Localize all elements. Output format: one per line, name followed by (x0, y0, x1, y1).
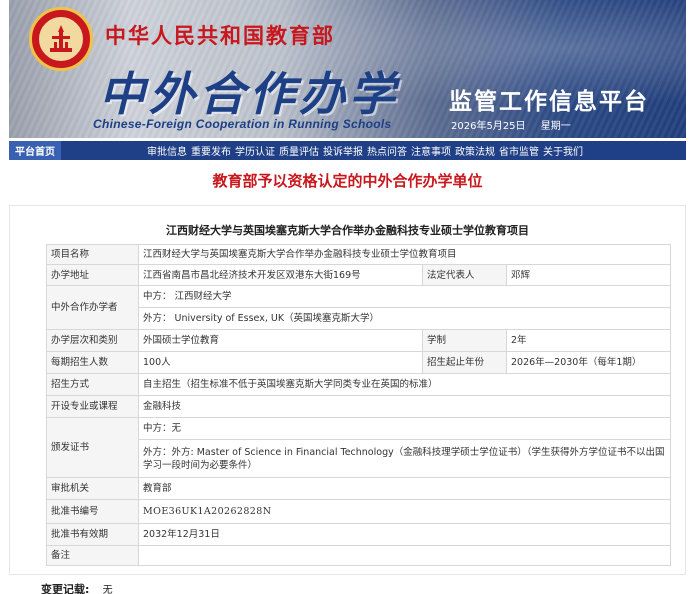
platform-name: 监管工作信息平台 (449, 89, 649, 115)
change-record-value: 无 (102, 585, 113, 594)
ministry-emblem-icon (29, 7, 93, 71)
table-row: 开设专业或课程 金融科技 (46, 395, 672, 418)
change-record-label: 变更记载: (41, 583, 90, 594)
page-heading: 教育部予以资格认定的中外合作办学单位 (212, 172, 483, 190)
emblem-inner (37, 15, 85, 63)
label-project-name: 项目名称 (46, 244, 139, 265)
nav-item-complaints[interactable]: 投诉举报 (323, 143, 363, 158)
table-row: 招生方式 自主招生（招生标准不低于英国埃塞克斯大学同类专业在英国的标准） (46, 373, 672, 396)
value-partner-cn: 中方： 江西财经大学 (137, 285, 672, 308)
nav-items: 审批信息 重要发布 学历认证 质量评估 投诉举报 热点问答 注意事项 政策法规 … (147, 143, 587, 158)
value-address: 江西省南昌市昌北经济技术开发区双港东大街169号 (138, 264, 423, 286)
nav-home[interactable]: 平台首页 (9, 141, 61, 160)
table-row: 办学地址 江西省南昌市昌北经济技术开发区双港东大街169号 法定代表人 邓辉 (46, 264, 672, 286)
label-enrollment: 每期招生人数 (46, 351, 139, 374)
nav-item-notices[interactable]: 注意事项 (411, 143, 451, 158)
nav-item-approval-info[interactable]: 审批信息 (147, 143, 187, 158)
table-row: 外方：外方: Master of Science in Financial Te… (47, 439, 672, 478)
value-level: 外国硕士学位教育 (138, 329, 423, 352)
value-cert-cn: 中方：无 (137, 417, 672, 440)
label-partners: 中外合作办学者 (46, 285, 139, 330)
weekday-text: 星期一 (540, 121, 571, 132)
nav-item-quality-assessment[interactable]: 质量评估 (279, 143, 319, 158)
value-enrollment: 100人 (138, 351, 423, 374)
table-row: 批准书编号 MOE36UK1A20262828N (46, 499, 672, 524)
change-record: 变更记载: 无 (41, 581, 113, 594)
header-banner: 中华人民共和国教育部 中外合作办学 Chinese-Foreign Cooper… (9, 0, 686, 138)
project-detail-panel: 江西财经大学与英国埃塞克斯大学合作举办金融科技专业硕士学位教育项目 项目名称 江… (9, 205, 686, 575)
project-title: 江西财经大学与英国埃塞克斯大学合作举办金融科技专业硕士学位教育项目 (166, 224, 529, 237)
main-nav: 平台首页 审批信息 重要发布 学历认证 质量评估 投诉举报 热点问答 注意事项 … (9, 141, 686, 160)
value-courses: 金融科技 (137, 395, 672, 418)
site-title-english: Chinese-Foreign Cooperation in Running S… (93, 117, 392, 131)
label-approval-no: 批准书编号 (46, 499, 139, 524)
value-partner-foreign: 外方： University of Essex, UK（英国埃塞克斯大学） (137, 307, 672, 330)
table-row: 备注 (46, 545, 672, 566)
value-valid-until: 2032年12月31日 (137, 523, 672, 546)
nav-item-provincial-supervision[interactable]: 省市监管 (499, 143, 539, 158)
nav-item-announcements[interactable]: 重要发布 (191, 143, 231, 158)
current-date: 2026年5月25日 星期一 (451, 117, 583, 132)
nav-item-policies[interactable]: 政策法规 (455, 143, 495, 158)
label-certificate: 颁发证书 (46, 417, 139, 478)
value-approval-no: MOE36UK1A20262828N (137, 499, 672, 524)
table-row: 中外合作办学者 中方： 江西财经大学 (46, 285, 672, 330)
label-authority: 审批机关 (46, 477, 139, 500)
nav-item-degree-certification[interactable]: 学历认证 (235, 143, 275, 158)
nav-item-about-us[interactable]: 关于我们 (543, 143, 583, 158)
label-method: 招生方式 (46, 373, 139, 396)
label-duration: 学制 (422, 329, 507, 352)
label-courses: 开设专业或课程 (46, 395, 139, 418)
value-duration: 2年 (505, 329, 672, 352)
project-info-table: 项目名称 江西财经大学与英国埃塞克斯大学合作举办金融科技专业硕士学位教育项目 办… (46, 244, 672, 566)
table-row: 批准书有效期 2032年12月31日 (46, 523, 672, 546)
table-row: 颁发证书 中方：无 (46, 417, 672, 478)
table-row: 每期招生人数 100人 招生起止年份 2026年—2030年（每年1期） (46, 351, 672, 374)
site-title: 中外合作办学 (99, 67, 399, 121)
value-authority: 教育部 (137, 477, 672, 500)
value-remarks (137, 545, 672, 566)
table-row: 审批机关 教育部 (46, 477, 672, 500)
ministry-name: 中华人民共和国教育部 (105, 24, 335, 48)
nav-item-faq[interactable]: 热点问答 (367, 143, 407, 158)
label-level: 办学层次和类别 (46, 329, 139, 352)
emblem-tower-icon (50, 25, 72, 52)
value-project-name: 江西财经大学与英国埃塞克斯大学合作举办金融科技专业硕士学位教育项目 (137, 244, 672, 265)
table-row: 外方： University of Essex, UK（英国埃塞克斯大学） (47, 307, 672, 330)
table-row: 项目名称 江西财经大学与英国埃塞克斯大学合作举办金融科技专业硕士学位教育项目 (46, 244, 672, 265)
value-legal-rep: 邓辉 (505, 264, 672, 286)
label-remarks: 备注 (46, 545, 139, 566)
label-valid-until: 批准书有效期 (46, 523, 139, 546)
value-period: 2026年—2030年（每年1期） (505, 351, 672, 374)
date-text: 2026年5月25日 (451, 121, 526, 132)
value-cert-foreign: 外方：外方: Master of Science in Financial Te… (137, 439, 672, 478)
label-legal-rep: 法定代表人 (422, 264, 507, 286)
table-row: 办学层次和类别 外国硕士学位教育 学制 2年 (46, 329, 672, 352)
label-period: 招生起止年份 (422, 351, 507, 374)
value-method: 自主招生（招生标准不低于英国埃塞克斯大学同类专业在英国的标准） (137, 373, 672, 396)
label-address: 办学地址 (46, 264, 139, 286)
